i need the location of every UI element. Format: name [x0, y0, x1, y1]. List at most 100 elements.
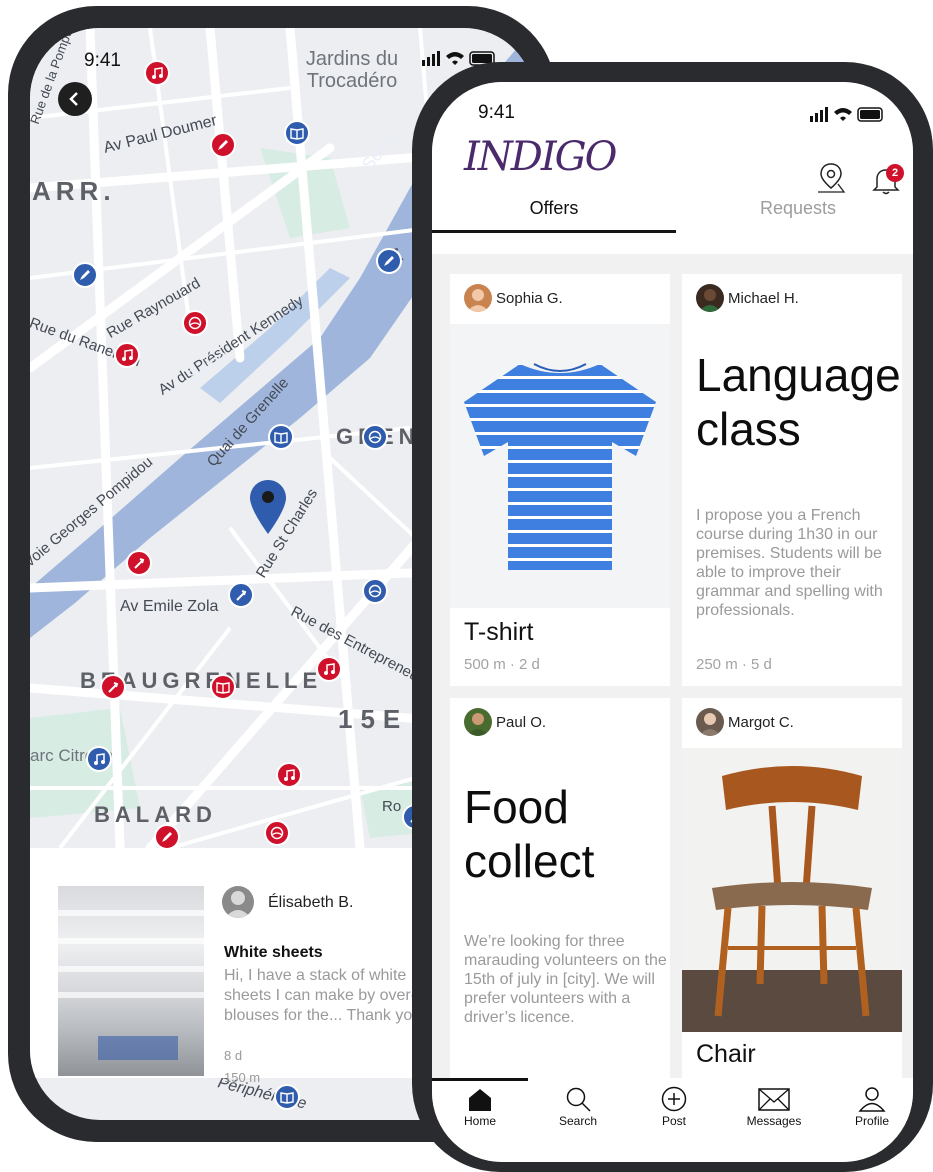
- nav-home[interactable]: Home: [432, 1086, 530, 1128]
- book-icon: [274, 432, 288, 444]
- avatar: [464, 284, 492, 312]
- food-pin[interactable]: [100, 674, 126, 700]
- nav-profile[interactable]: Profile: [822, 1086, 913, 1128]
- chevron-left-icon: [69, 92, 78, 106]
- food-pin[interactable]: [228, 582, 254, 608]
- ball-pin[interactable]: [264, 820, 290, 846]
- music-note-icon: [284, 769, 295, 781]
- carrot-icon: [108, 682, 119, 693]
- back-button[interactable]: [58, 82, 92, 116]
- nav-search[interactable]: Search: [528, 1086, 628, 1128]
- book-icon: [290, 128, 304, 140]
- park-label: Jardins du Trocadéro: [305, 48, 399, 92]
- signal-wifi-battery-icon: [810, 107, 883, 122]
- ball-icon: [368, 584, 382, 598]
- item-photo: [58, 886, 204, 1076]
- music-pin[interactable]: [316, 656, 342, 682]
- music-note-icon: [324, 663, 335, 675]
- offer-tile-food-collect[interactable]: Paul O. Food collect We’re looking for t…: [450, 698, 670, 1078]
- home-icon: [469, 1089, 491, 1111]
- nav-label: Messages: [746, 1114, 802, 1128]
- tile-user-name: Margot C.: [728, 714, 794, 731]
- pencil-icon: [80, 270, 90, 280]
- ball-icon: [188, 316, 202, 330]
- card-title: White sheets: [224, 944, 323, 961]
- person-icon: [858, 1087, 886, 1112]
- pencil-icon: [384, 256, 394, 266]
- district-label: 15E: [338, 704, 409, 734]
- music-pin[interactable]: [86, 746, 112, 772]
- avatar: [696, 284, 724, 312]
- chair-photo: [682, 748, 902, 1032]
- avatar: [464, 708, 492, 736]
- ball-pin[interactable]: [362, 424, 388, 450]
- avatar: [222, 886, 254, 918]
- status-time: 9:41: [478, 102, 515, 123]
- envelope-icon: [758, 1088, 790, 1111]
- music-note-icon: [94, 753, 105, 765]
- app-logo: INDIGO: [464, 134, 617, 180]
- app-phone-frame: 9:41 INDIGO 2 Offers Requests Sophia G. …: [412, 62, 933, 1172]
- nav-label: Home: [463, 1114, 496, 1128]
- nav-label: Search: [558, 1114, 598, 1128]
- card-description: Hi, I have a stack of white sheets I can…: [224, 967, 426, 1024]
- tab-label: Offers: [529, 198, 579, 218]
- street-label: Av Emile Zola: [120, 598, 219, 615]
- music-pin[interactable]: [144, 60, 170, 86]
- carrot-icon: [134, 558, 145, 569]
- offer-tile-tshirt[interactable]: Sophia G. T-shirt 500 m · 2 d: [450, 274, 670, 686]
- book-pin[interactable]: [210, 674, 236, 700]
- pencil-pin[interactable]: [154, 824, 180, 850]
- search-icon: [566, 1087, 591, 1112]
- music-note-icon: [152, 67, 163, 79]
- book-pin[interactable]: [284, 120, 310, 146]
- active-tab-indicator: [432, 230, 676, 233]
- tile-user-name: Paul O.: [496, 714, 547, 731]
- tile-user-name: Sophia G.: [496, 290, 563, 307]
- music-note-icon: [122, 349, 133, 361]
- map-pin-icon[interactable]: [816, 162, 846, 194]
- tile-headline: Language class: [696, 349, 901, 455]
- book-pin[interactable]: [268, 424, 294, 450]
- pencil-icon: [218, 140, 228, 150]
- music-pin[interactable]: [276, 762, 302, 788]
- nav-messages[interactable]: Messages: [724, 1086, 824, 1128]
- ball-pin[interactable]: [182, 310, 208, 336]
- tab-requests[interactable]: Requests: [676, 198, 913, 219]
- plus-circle-icon: [661, 1086, 687, 1112]
- app-screen: 9:41 INDIGO 2 Offers Requests Sophia G. …: [432, 82, 913, 1162]
- tile-title: Chair: [696, 1040, 756, 1068]
- card-time: 8 d: [224, 1048, 243, 1063]
- district-label: BALARD: [94, 802, 217, 827]
- location-marker-icon[interactable]: [250, 480, 286, 534]
- tab-offers[interactable]: Offers: [432, 198, 676, 219]
- tile-meta: 250 m · 5 d: [696, 656, 772, 673]
- tile-meta: 500 m · 2 d: [464, 656, 540, 673]
- offer-tile-chair[interactable]: Margot C. Chair: [682, 698, 902, 1078]
- food-pin[interactable]: [126, 550, 152, 576]
- offer-tile-language-class[interactable]: Michael H. Language class I propose you …: [682, 274, 902, 686]
- tile-description: I propose you a French course during 1h3…: [696, 507, 883, 619]
- app-header: 9:41 INDIGO 2 Offers Requests: [432, 82, 913, 254]
- book-pin[interactable]: [274, 1084, 300, 1110]
- avatar: [696, 708, 724, 736]
- street-label: Ro: [382, 798, 402, 815]
- nav-post[interactable]: Post: [624, 1086, 724, 1128]
- book-icon: [280, 1092, 294, 1104]
- ball-icon: [368, 430, 382, 444]
- carrot-icon: [236, 590, 247, 601]
- nav-label: Profile: [854, 1114, 889, 1128]
- chair-image: [682, 766, 902, 1032]
- bottom-nav: Home Search Post Messages Profile: [432, 1078, 913, 1162]
- pencil-icon: [162, 832, 172, 842]
- pencil-pin[interactable]: [210, 132, 236, 158]
- ball-pin[interactable]: [362, 578, 388, 604]
- tile-title: T-shirt: [464, 618, 534, 646]
- pencil-pin[interactable]: [72, 262, 98, 288]
- book-icon: [216, 682, 230, 694]
- music-pin[interactable]: [114, 342, 140, 368]
- pencil-pin[interactable]: [376, 248, 402, 274]
- tshirt-photo: [450, 324, 670, 608]
- card-user-name: Élisabeth B.: [268, 894, 354, 911]
- ball-icon: [270, 826, 284, 840]
